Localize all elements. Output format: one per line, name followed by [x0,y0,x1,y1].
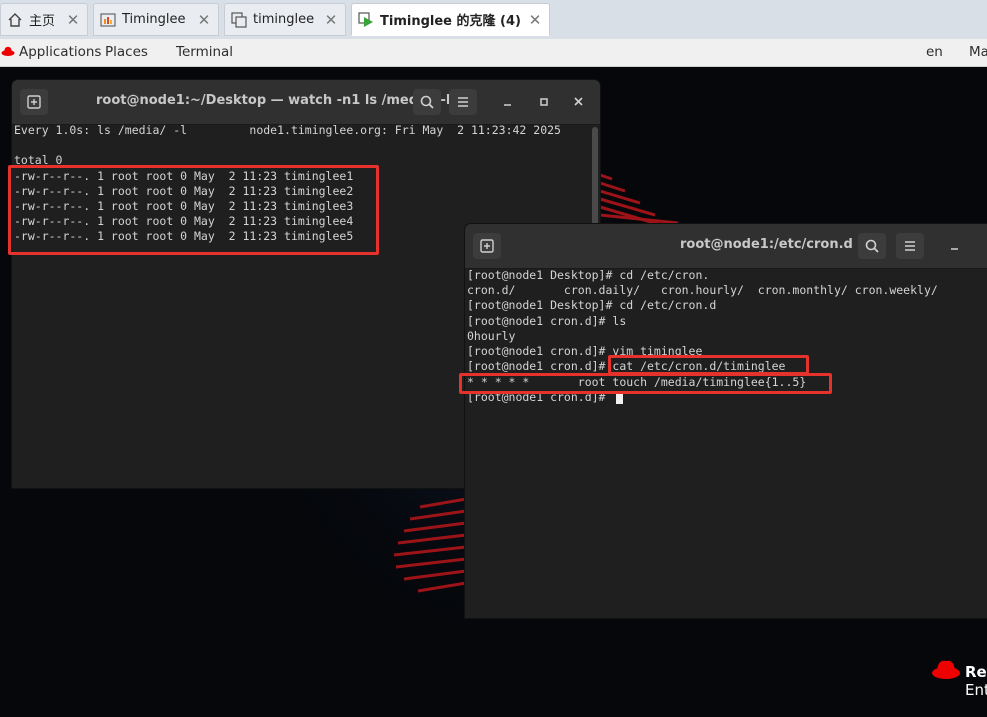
tab-home[interactable]: 主页 ✕ [0,3,88,36]
minimize-button[interactable] [941,233,969,259]
tab-timinglee[interactable]: Timinglee ✕ [93,3,219,36]
search-icon [420,95,434,109]
terminal-line: [root@node1 Desktop]# cd /etc/cron.d [467,298,717,312]
new-tab-icon [480,239,494,253]
vm-running-icon [358,11,374,28]
terminal-line: [root@node1 Desktop]# cd /etc/cron. [467,268,710,282]
tab-label: Timinglee 的克隆 (4) [380,14,521,29]
new-tab-button[interactable] [20,89,48,115]
minimize-icon [951,248,958,250]
redhat-logo-icon [1,46,15,56]
home-icon [7,12,23,28]
tab-timinglee-clone-4[interactable]: Timinglee 的克隆 (4) ✕ [351,3,550,36]
terminal-titlebar[interactable]: root@node1:/etc/cron.d [465,224,987,269]
close-icon[interactable]: ✕ [65,11,81,29]
terminal-window-cron[interactable]: root@node1:/etc/cron.d [root@node1 Deskt… [465,224,987,618]
minimize-button[interactable] [494,89,522,115]
new-tab-button[interactable] [473,233,501,259]
clock[interactable]: Ma [969,44,987,60]
vm-orange-icon [100,12,116,28]
menu-button[interactable] [896,233,924,259]
terminal-line: total 0 [14,153,63,167]
file-listing-line: -rw-r--r--. 1 root root 0 May 2 11:23 ti… [14,169,354,183]
close-icon[interactable]: ✕ [323,11,339,29]
hamburger-menu-icon [905,241,915,251]
browser-tab-bar: 主页 ✕ Timinglee ✕ timinglee ✕ Timinglee 的… [0,0,987,39]
places-menu[interactable]: Places [105,44,148,60]
menu-button[interactable] [449,89,477,115]
terminal-line: [root@node1 cron.d]# vim timinglee [467,344,703,358]
terminal-line: [root@node1 cron.d]# cat /etc/cron.d/tim… [467,359,786,373]
file-listing-line: -rw-r--r--. 1 root root 0 May 2 11:23 ti… [14,229,354,243]
close-icon[interactable]: ✕ [196,11,212,29]
terminal-title: root@node1:~/Desktop — watch -n1 ls /med… [96,93,451,108]
file-listing-line: -rw-r--r--. 1 root root 0 May 2 11:23 ti… [14,199,354,213]
terminal-line: 0hourly [467,329,516,343]
brand-text-line2: Ent [965,681,987,699]
terminal-line: [root@node1 cron.d]# ls [467,314,627,328]
terminal-line: cron.d/ cron.daily/ cron.hourly/ cron.mo… [467,283,938,297]
redhat-brand-logo [932,660,960,679]
terminal-title: root@node1:/etc/cron.d [680,237,853,252]
close-icon[interactable]: ✕ [527,11,543,29]
watch-header-line: Every 1.0s: ls /media/ -l node1.timingle… [14,123,561,137]
search-button[interactable] [858,233,886,259]
language-indicator[interactable]: en [926,44,943,60]
maximize-button[interactable] [530,89,558,115]
new-tab-icon [27,95,41,109]
minimize-icon [504,104,511,106]
maximize-icon [540,98,548,106]
terminal-output[interactable]: [root@node1 Desktop]# cd /etc/cron. cron… [465,268,987,618]
tab-label: 主页 [29,14,56,29]
search-button[interactable] [413,89,441,115]
tab-label: timinglee [253,12,315,27]
search-icon [865,239,879,253]
cron-entry-line: * * * * * root touch /media/timinglee{1.… [467,375,807,389]
text-cursor [616,392,623,404]
applications-menu[interactable]: Applications [19,44,101,60]
close-icon [574,97,583,106]
vm-clone-icon [231,11,247,28]
tab-label: Timinglee [122,12,186,27]
scrollbar[interactable] [592,127,598,227]
terminal-titlebar[interactable]: root@node1:~/Desktop — watch -n1 ls /med… [12,80,600,125]
terminal-app-menu[interactable]: Terminal [176,44,233,60]
tab-timinglee-clone[interactable]: timinglee ✕ [224,3,346,36]
file-listing-line: -rw-r--r--. 1 root root 0 May 2 11:23 ti… [14,184,354,198]
terminal-prompt-line: [root@node1 cron.d]# [467,390,613,404]
close-button[interactable] [565,89,593,115]
hamburger-menu-icon [458,97,468,107]
gnome-top-bar: Applications Places Terminal en Ma [0,39,987,67]
file-listing-line: -rw-r--r--. 1 root root 0 May 2 11:23 ti… [14,214,354,228]
brand-text-line1: Re [965,663,987,681]
